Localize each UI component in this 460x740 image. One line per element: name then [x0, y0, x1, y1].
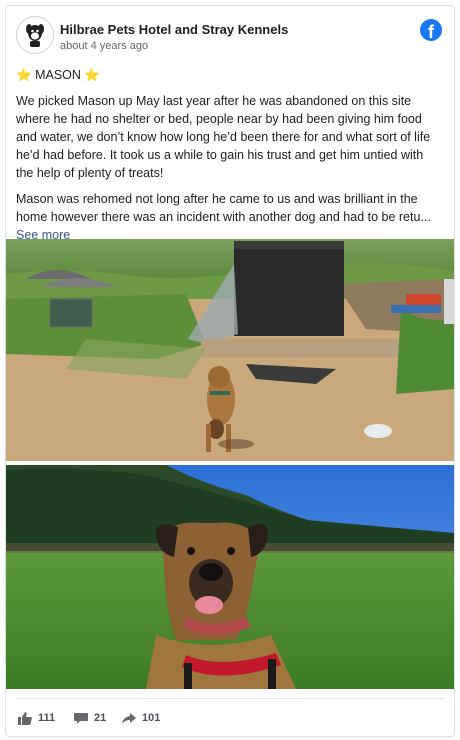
- star-icon: ⭐: [84, 68, 100, 82]
- post-card: Hilbrae Pets Hotel and Stray Kennels abo…: [5, 5, 455, 737]
- post-photo-2[interactable]: [6, 465, 454, 689]
- like-count[interactable]: 111: [18, 708, 55, 728]
- post-timestamp[interactable]: about 4 years ago: [60, 40, 148, 52]
- post-photo-1[interactable]: [6, 239, 454, 461]
- thumbs-up-icon: [18, 711, 32, 725]
- facebook-icon[interactable]: f: [420, 19, 442, 42]
- post-header: Hilbrae Pets Hotel and Stray Kennels abo…: [16, 16, 444, 56]
- like-count-value: 111: [38, 712, 56, 724]
- post-paragraph-2: Mason was rehomed not long after he came…: [16, 192, 431, 224]
- comment-count[interactable]: 21: [74, 708, 106, 728]
- post-paragraph-1: We picked Mason up May last year after h…: [16, 94, 431, 180]
- share-arrow-icon: [122, 712, 136, 724]
- post-title-line: ⭐ MASON ⭐: [16, 66, 442, 84]
- page-avatar[interactable]: [16, 16, 54, 54]
- star-icon: ⭐: [16, 68, 32, 82]
- share-count-value: 101: [142, 712, 161, 724]
- post-text: ⭐ MASON ⭐ We picked Mason up May last ye…: [16, 66, 442, 244]
- footer-divider: [16, 698, 444, 699]
- comment-count-value: 21: [94, 712, 107, 724]
- post-paragraph-2-wrap: Mason was rehomed not long after he came…: [16, 190, 442, 244]
- page-name[interactable]: Hilbrae Pets Hotel and Stray Kennels: [60, 22, 288, 37]
- dog-logo-icon: [18, 18, 52, 52]
- comment-bubble-icon: [74, 712, 88, 724]
- share-count[interactable]: 101: [122, 708, 160, 728]
- post-title: MASON: [35, 68, 81, 82]
